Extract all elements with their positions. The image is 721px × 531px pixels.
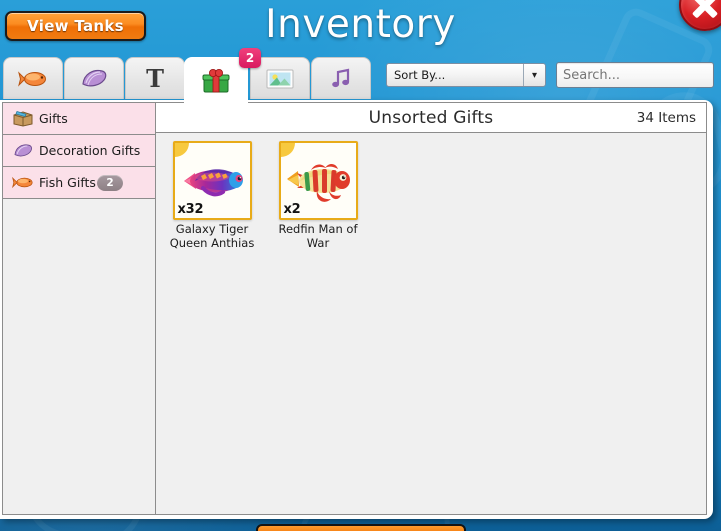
tab-gifts-badge: 2 — [239, 48, 261, 68]
tab-decoration[interactable] — [64, 57, 124, 99]
picture-icon — [266, 69, 294, 88]
content-panel: Unsorted Gifts 34 Items x32 Galaxy Tiger… — [156, 103, 706, 514]
tab-music[interactable] — [311, 57, 371, 99]
item-thumbnail[interactable]: x32 — [172, 141, 252, 220]
tab-gifts[interactable]: 2 — [184, 48, 261, 103]
item-count-label: 34 Items — [636, 109, 696, 126]
sidebar: Gifts Decoration Gifts Fish Gifts 2 — [3, 103, 156, 514]
sort-by-value: Sort By... — [394, 68, 446, 82]
item-quantity: x2 — [283, 202, 301, 217]
sidebar-item-fish-gifts-badge: 2 — [97, 174, 123, 191]
chevron-down-icon[interactable]: ▾ — [523, 64, 545, 86]
sidebar-item-fish-gifts-label: Fish Gifts — [39, 175, 96, 190]
shell-icon — [82, 69, 107, 86]
content-title: Unsorted Gifts — [368, 107, 494, 128]
inventory-window: Gifts Decoration Gifts Fish Gifts 2 Unso… — [0, 100, 713, 519]
text-icon: T — [146, 63, 164, 93]
sidebar-item-decoration-gifts-label: Decoration Gifts — [39, 143, 141, 158]
inventory-screen: View Tanks Inventory T 2 Sort By... ▾ Se… — [0, 0, 721, 531]
view-tanks-label: View Tanks — [27, 17, 124, 35]
sidebar-item-fish-gifts[interactable]: Fish Gifts 2 — [3, 167, 155, 199]
search-input[interactable] — [557, 67, 721, 83]
item-quantity: x32 — [177, 202, 204, 217]
tab-fish[interactable] — [3, 57, 63, 99]
search-box[interactable]: ✖ — [556, 62, 721, 88]
item-thumbnail[interactable]: x2 — [278, 141, 358, 220]
tab-text[interactable]: T — [125, 57, 185, 99]
fish-icon — [18, 70, 46, 87]
item-name: Galaxy Tiger Queen Anthias — [169, 222, 255, 250]
content-header: Unsorted Gifts 34 Items — [156, 103, 706, 133]
tab-strip: T 2 — [0, 48, 380, 103]
sidebar-item-gifts[interactable]: Gifts — [3, 103, 155, 135]
inventory-item[interactable]: x32 Galaxy Tiger Queen Anthias — [162, 141, 262, 250]
close-icon[interactable] — [679, 0, 721, 31]
sort-by-dropdown[interactable]: Sort By... ▾ — [386, 63, 546, 87]
item-name: Redfin Man of War — [278, 222, 358, 250]
shell-icon — [11, 143, 35, 159]
view-tanks-button[interactable]: View Tanks — [5, 11, 146, 41]
item-grid: x32 Galaxy Tiger Queen Anthias x2 Redfin… — [156, 133, 706, 514]
sidebar-item-decoration-gifts[interactable]: Decoration Gifts — [3, 135, 155, 167]
bottom-toolbar-peek[interactable] — [256, 524, 466, 531]
inventory-item[interactable]: x2 Redfin Man of War — [268, 141, 368, 250]
box-icon — [11, 110, 35, 127]
sidebar-item-gifts-label: Gifts — [39, 111, 68, 126]
window-inner: Gifts Decoration Gifts Fish Gifts 2 Unso… — [2, 102, 707, 515]
music-note-icon — [332, 68, 350, 87]
gift-icon — [202, 68, 230, 92]
sidebar-empty-area — [3, 199, 155, 514]
fish-icon — [11, 175, 35, 190]
